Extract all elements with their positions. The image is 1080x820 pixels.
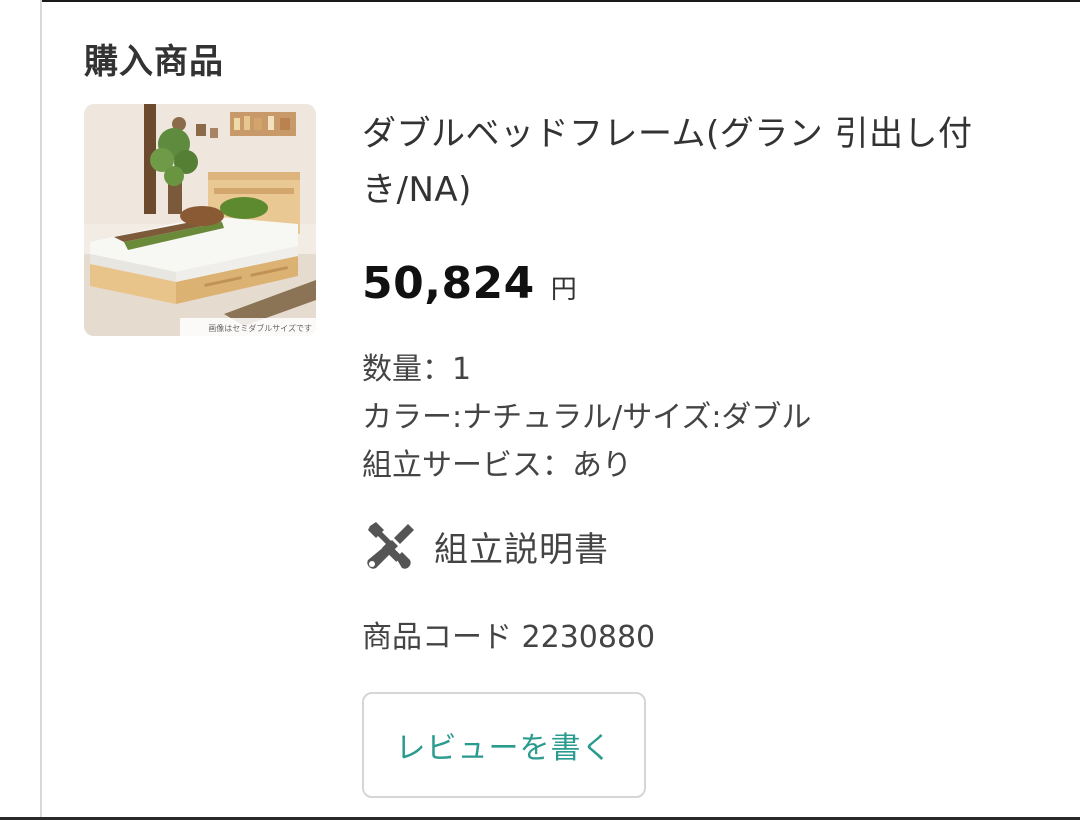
assembly-manual-link[interactable]: 組立説明書 [362,518,609,574]
left-panel-edge [0,0,42,820]
image-caption: 画像はセミダブルサイズです [208,324,312,333]
product-code: 商品コード 2230880 [362,620,656,655]
product-name[interactable]: ダブルベッドフレーム(グラン 引出し付き/NA) [362,106,1052,218]
price-row: 50,824 円 [362,258,577,309]
top-border [0,0,1080,2]
write-review-button[interactable]: レビューを書く [362,692,646,798]
section-title: 購入商品 [84,42,224,82]
price-unit: 円 [550,275,577,305]
price-value: 50,824 [362,258,535,309]
variant-text: カラー:ナチュラル/サイズ:ダブル [362,400,812,435]
quantity-text: 数量：1 [362,352,472,387]
assembly-service-text: 組立サービス：あり [362,448,632,483]
product-image[interactable]: 画像はセミダブルサイズです [84,104,316,336]
assembly-manual-label: 組立説明書 [434,529,609,570]
bed-photo [84,104,316,336]
tools-icon [362,518,418,574]
